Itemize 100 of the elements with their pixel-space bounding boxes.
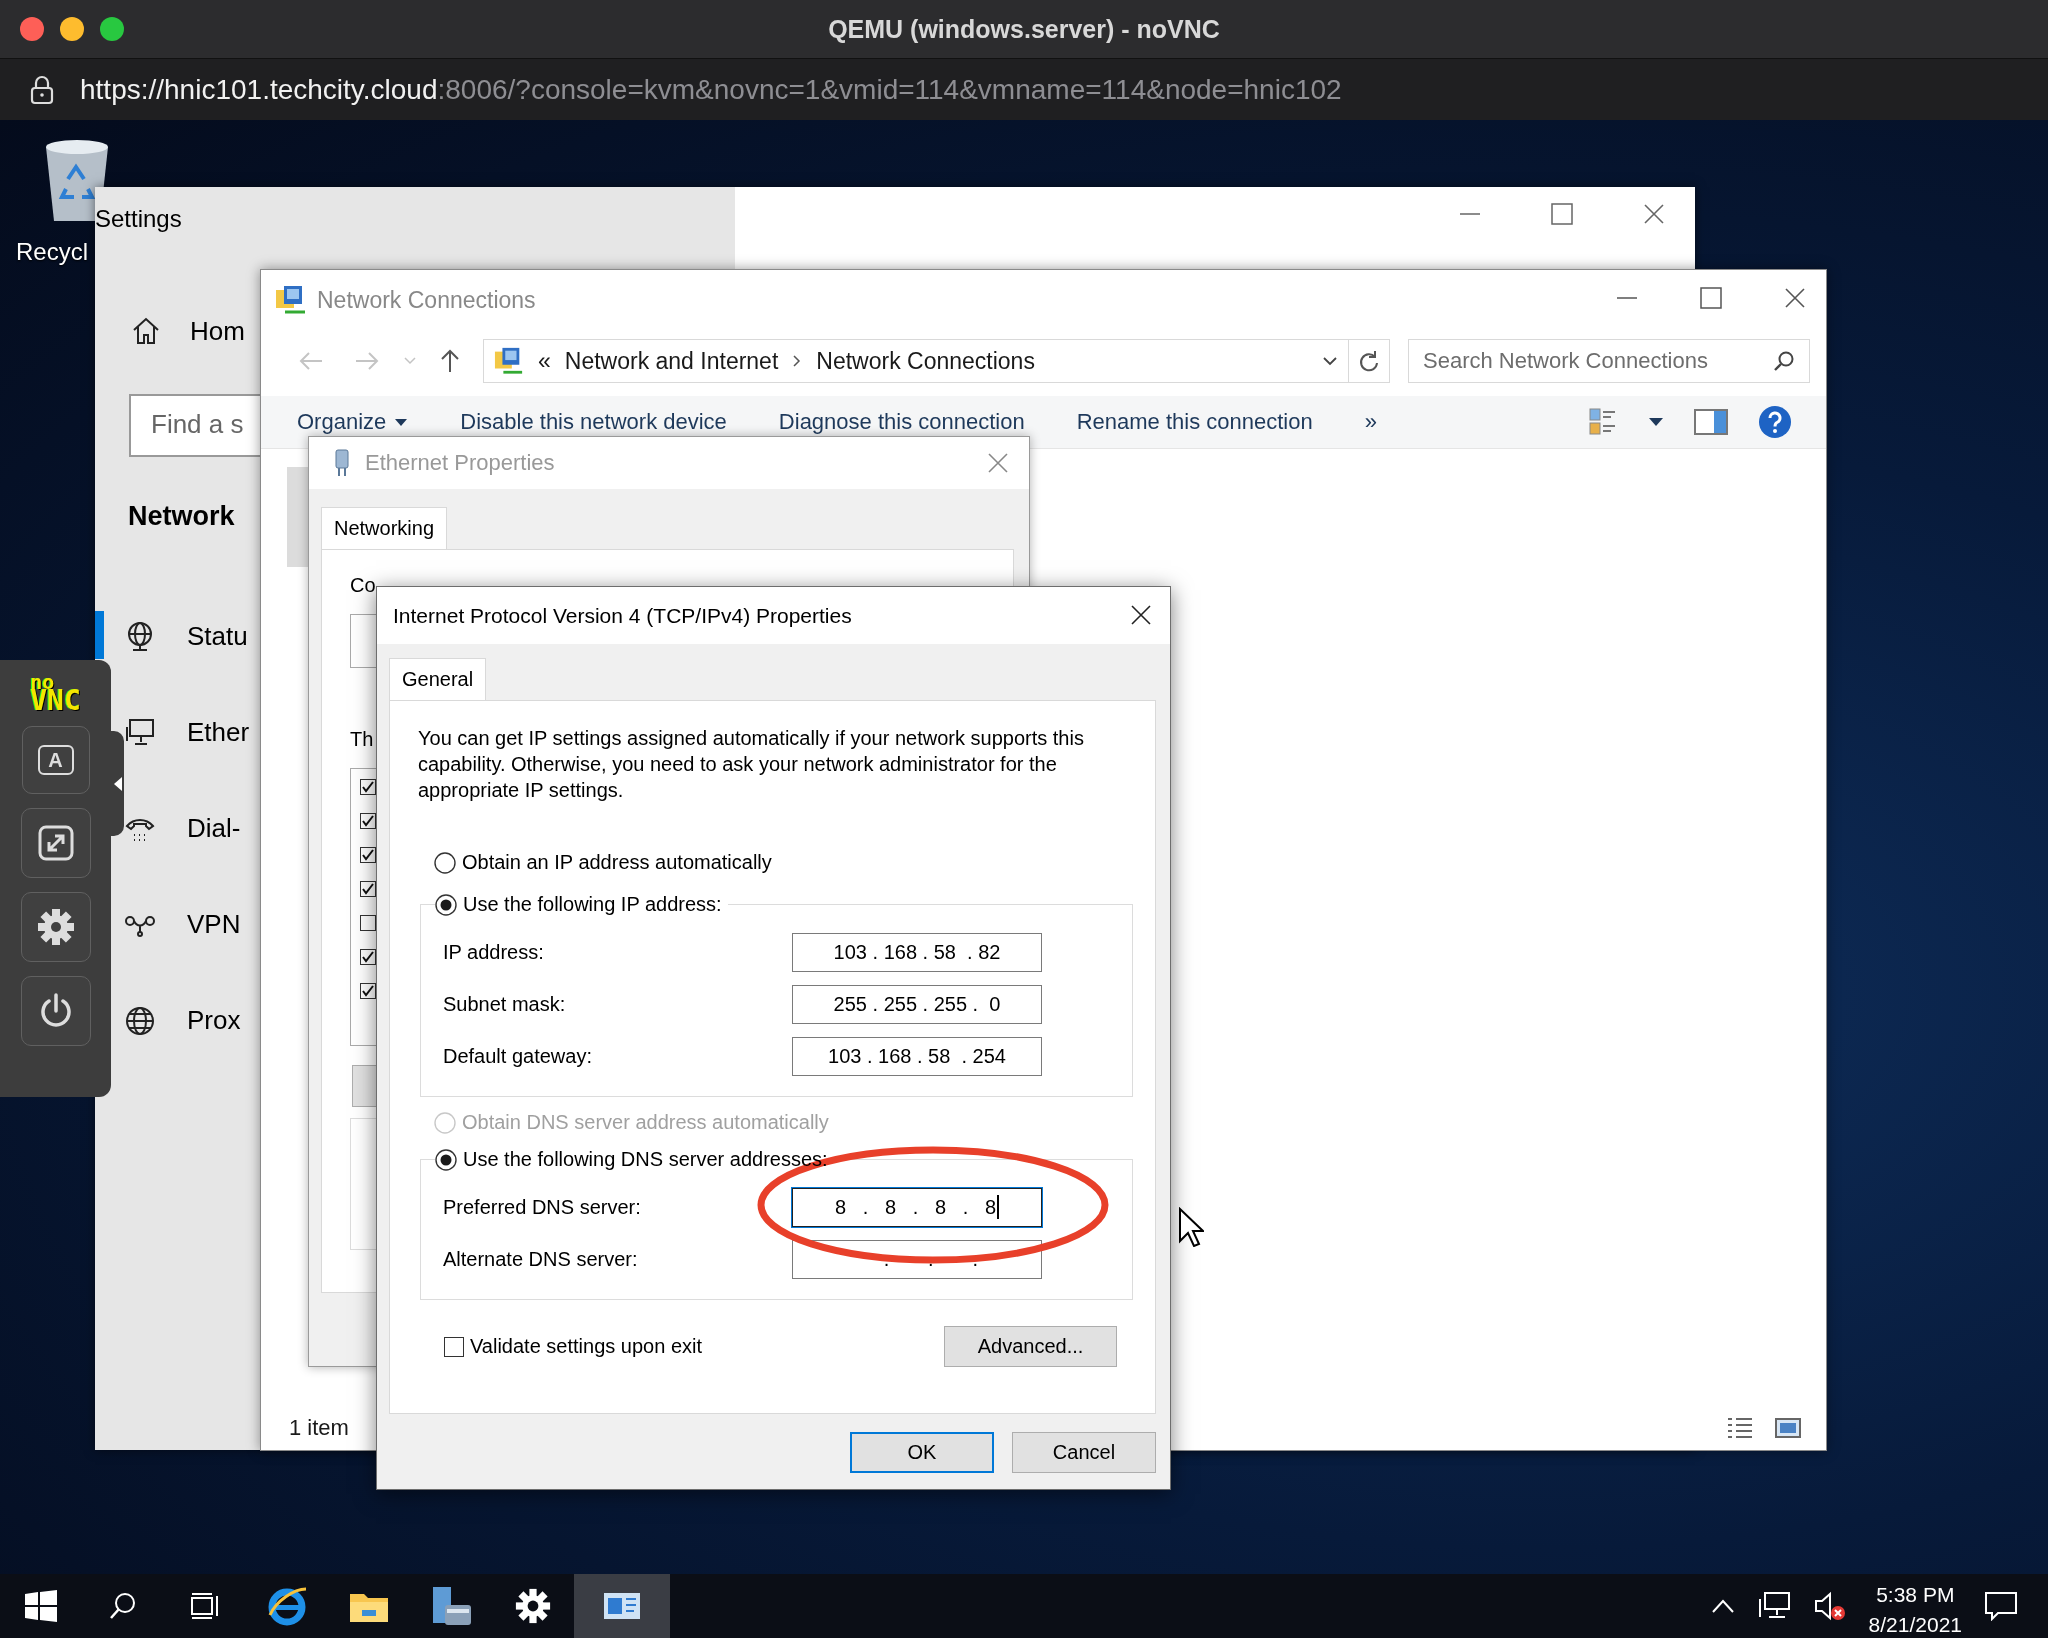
settings-icon[interactable]: [515, 1588, 551, 1624]
checkbox[interactable]: [360, 813, 376, 829]
fullscreen-icon[interactable]: [36, 824, 75, 863]
fullscreen-button[interactable]: [20, 808, 91, 879]
browser-icon[interactable]: [266, 1585, 308, 1627]
home-nav-item[interactable]: Hom: [130, 315, 245, 347]
checkbox[interactable]: [360, 779, 376, 795]
tab[interactable]: Networking: [321, 507, 448, 549]
mouse-cursor-icon: [1178, 1207, 1204, 1247]
refresh-button[interactable]: [1349, 339, 1390, 383]
breadcrumb-item[interactable]: Network Connections: [816, 347, 1035, 375]
dropdown-arrow-icon[interactable]: [394, 417, 409, 427]
clock-date[interactable]: 8/21/2021: [1868, 1610, 1962, 1638]
radio-label: Obtain an IP address automatically: [462, 851, 772, 874]
field-label: Co: [350, 574, 376, 597]
dropdown-arrow-icon[interactable]: [1648, 417, 1664, 427]
checkbox[interactable]: [360, 983, 376, 999]
radio-button[interactable]: [435, 893, 457, 916]
list-caption: Th: [350, 728, 374, 751]
checkbox[interactable]: [360, 915, 376, 931]
details-view-icon[interactable]: [1726, 1416, 1754, 1440]
close-window-button[interactable]: [20, 17, 44, 41]
zoom-window-button[interactable]: [100, 17, 124, 41]
nav-item[interactable]: Ether: [124, 704, 250, 761]
ip-address-field[interactable]: 103 . 168 . 58 . 254: [792, 1036, 1042, 1076]
nav-item[interactable]: Statu: [124, 608, 250, 665]
advanced-button[interactable]: Advanced...: [944, 1326, 1117, 1367]
minimize-window-button[interactable]: [60, 17, 84, 41]
checkbox[interactable]: [360, 847, 376, 863]
clock-time[interactable]: 5:38 PM: [1876, 1580, 1955, 1610]
maximize-icon[interactable]: [1700, 287, 1722, 309]
radio-label: Use the following DNS server addresses:: [463, 1148, 828, 1171]
notifications-icon[interactable]: [1984, 1591, 2018, 1621]
power-button[interactable]: [20, 976, 91, 1047]
field-label: IP address:: [443, 940, 545, 964]
field-label: Default gateway:: [443, 1044, 593, 1068]
search-icon[interactable]: [1773, 350, 1795, 372]
nav-item[interactable]: Prox: [124, 992, 250, 1049]
chevron-down-icon[interactable]: [1322, 356, 1338, 366]
desktop-icon-label[interactable]: Recycl: [16, 238, 88, 266]
section-heading: Network: [128, 501, 235, 532]
checkbox-label: Validate settings upon exit: [470, 1335, 702, 1358]
search-field[interactable]: Search Network Connections: [1408, 339, 1810, 383]
breadcrumb-item[interactable]: Network and Internet: [564, 347, 779, 375]
description-text: You can get IP settings assigned automatically if your network supports this capability. Otherwise, you need to ask your network administrator for the appropriate IP settings.: [418, 726, 1085, 803]
task-view-icon[interactable]: [189, 1592, 221, 1620]
preview-pane-icon[interactable]: [1694, 409, 1728, 435]
nav-item[interactable]: VPN: [124, 896, 250, 953]
radio-label: Use the following IP address:: [463, 893, 722, 916]
start-icon[interactable]: [24, 1589, 58, 1623]
taskbar-button[interactable]: [574, 1574, 670, 1638]
close-icon[interactable]: [1784, 287, 1806, 309]
dialog-title: Ethernet Properties: [365, 450, 555, 476]
more-commands-button[interactable]: »: [1364, 409, 1377, 435]
ethernet-adapter-icon: [333, 448, 351, 478]
ip-address-field[interactable]: 103 . 168 . 58 . 82: [792, 932, 1042, 972]
settings-title: Settings: [95, 205, 182, 233]
view-options-icon[interactable]: [1588, 407, 1618, 437]
checkbox[interactable]: [444, 1336, 464, 1357]
radio-label: Obtain DNS server address automatically: [462, 1111, 829, 1134]
dialog-button[interactable]: OK: [850, 1432, 994, 1473]
checkbox[interactable]: [360, 881, 376, 897]
nav-item[interactable]: Dial-: [124, 800, 250, 857]
maximize-icon[interactable]: [1551, 203, 1573, 225]
settings-button[interactable]: [20, 892, 91, 963]
ip-address-field[interactable]: 255 . 255 . 255 . 0: [792, 984, 1042, 1024]
window-title: Network Connections: [317, 286, 536, 314]
up-arrow-icon[interactable]: [439, 348, 461, 374]
chevron-right-icon: [792, 354, 803, 368]
field-label: Subnet mask:: [443, 992, 567, 1016]
radio-button[interactable]: [435, 1148, 457, 1171]
large-icons-view-icon[interactable]: [1774, 1416, 1802, 1440]
checkbox[interactable]: [360, 949, 376, 965]
toolbar-command[interactable]: Rename this connection: [1076, 409, 1313, 435]
toolbar-command[interactable]: Organize: [297, 409, 409, 435]
tab[interactable]: General: [389, 658, 487, 700]
help-icon[interactable]: [1758, 405, 1792, 439]
keyboard-button[interactable]: A: [21, 726, 90, 795]
settings-icon[interactable]: [35, 907, 76, 948]
breadcrumb-overflow[interactable]: «: [538, 347, 551, 375]
radio-button[interactable]: [434, 851, 456, 874]
lock-icon: [30, 74, 54, 105]
chevron-up-icon[interactable]: [1710, 1598, 1735, 1614]
network-icon[interactable]: [1756, 1591, 1791, 1621]
field-label: Preferred DNS server:: [443, 1195, 642, 1219]
refresh-icon[interactable]: [1358, 349, 1380, 373]
muted-speaker-icon[interactable]: [1812, 1591, 1847, 1621]
search-icon[interactable]: [108, 1591, 138, 1621]
toolbar-command[interactable]: Disable this network device: [460, 409, 727, 435]
novnc-logo: no VNC: [30, 674, 81, 713]
network-folder-icon: [494, 346, 524, 376]
window-title: QEMU (windows.server) - noVNC: [828, 14, 1220, 44]
close-icon[interactable]: [1130, 604, 1152, 626]
address-bar[interactable]: « Network and Internet Network Connections: [483, 339, 1349, 383]
toolbar-command[interactable]: Diagnose this connection: [778, 409, 1025, 435]
dialog-button[interactable]: Cancel: [1012, 1432, 1156, 1473]
globe-icon: [124, 1004, 156, 1037]
status-bar-text: 1 item: [289, 1415, 349, 1441]
control-bar-handle[interactable]: [111, 731, 124, 836]
ip-address-field[interactable]: 8 . 8 . 8 . 8: [792, 1187, 1042, 1227]
